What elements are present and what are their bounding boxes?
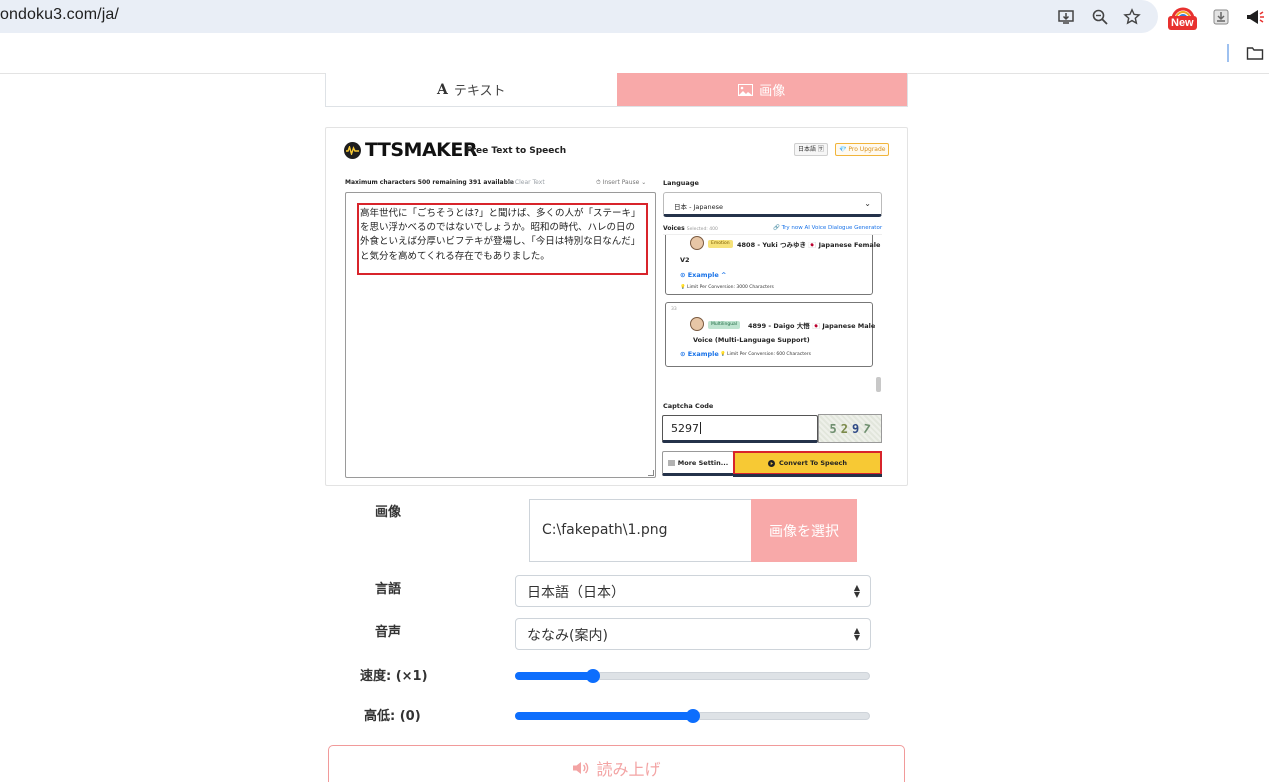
captcha-digit: 7	[861, 420, 872, 437]
bookmarks-bar	[0, 34, 1269, 74]
ttsmaker-language-value: 日本 - Japanese	[674, 203, 723, 211]
address-bar[interactable]: ondoku3.com/ja/	[0, 0, 1158, 33]
extension-new-icon[interactable]: New	[1168, 7, 1198, 31]
voice-dialogue-link: 🔗 Try now AI Voice Dialogue Generator	[773, 225, 883, 231]
ttsmaker-language-label: Language	[663, 179, 699, 187]
zoom-icon[interactable]	[1089, 6, 1111, 28]
text-a-icon: A	[437, 81, 448, 98]
captcha-image: 5 2 9 7	[818, 414, 882, 443]
bookmark-star-icon[interactable]	[1121, 6, 1143, 28]
clear-text-link: ⊘ Clear Text	[508, 179, 545, 186]
captcha-digit: 9	[852, 421, 860, 436]
convert-button-underline	[733, 474, 882, 477]
language-label: 言語	[375, 582, 402, 597]
captcha-digit: 5	[829, 421, 837, 436]
card-index: 33	[671, 307, 677, 312]
voices-selected-text: Selected: 400	[686, 227, 718, 232]
folder-icon[interactable]	[1244, 42, 1266, 64]
captcha-label: Captcha Code	[663, 402, 714, 410]
multilingual-chip: Multilingual	[708, 321, 741, 329]
input-mode-tabs: A テキスト 画像	[325, 73, 908, 107]
language-select[interactable]: 日本語（日本） ▲ ▼	[515, 575, 871, 607]
emotion-chip: Emotion	[708, 240, 733, 248]
speed-label: 速度: (×1)	[360, 669, 428, 684]
voice-card-yuki: Emotion 4808 - Yuki つみゆき 🇯🇵 Japanese Fem…	[665, 235, 880, 295]
more-settings-label: More Settin...	[677, 458, 729, 467]
read-aloud-button[interactable]: 読み上げ	[328, 745, 905, 782]
ttsmaker-voices-label: Voices Selected: 400	[663, 225, 718, 232]
tab-text[interactable]: A テキスト	[326, 73, 617, 106]
text-caret	[700, 422, 701, 434]
browser-toolbar: ondoku3.com/ja/ New	[0, 0, 1269, 34]
tab-image-label: 画像	[759, 84, 786, 99]
speaker-icon	[573, 761, 589, 774]
example-link: ⊙ Example	[680, 350, 719, 358]
sliders-icon	[667, 460, 675, 465]
voice-card-daigo: 33 Multilingual 4899 - Daigo 大悟 🇯🇵 Japan…	[665, 302, 876, 367]
max-characters-text: Maximum characters 500 remaining 391 ava…	[345, 179, 514, 186]
text-highlight-box	[357, 203, 648, 275]
ttsmaker-language-select: 日本 - Japanese ⌄	[663, 192, 882, 217]
uploaded-image-preview: TTSMAKER Free Text to Speech 日本語 🈂 💎 Pro…	[325, 127, 908, 486]
new-badge-label: New	[1168, 16, 1197, 30]
url-text[interactable]: ondoku3.com/ja/	[0, 6, 119, 24]
slider-thumb[interactable]	[686, 709, 700, 723]
tab-image[interactable]: 画像	[616, 73, 907, 106]
limit-text: 💡 Limit Per Conversion: 600 Characters	[720, 352, 811, 357]
file-path-text: C:\fakepath\1.png	[542, 522, 668, 538]
limit-text: 💡 Limit Per Conversion: 3000 Characters	[680, 285, 774, 290]
convert-label: Convert To Speech	[778, 459, 847, 467]
voice-name: 4899 - Daigo 大悟 🇯🇵 Japanese Male	[748, 322, 876, 330]
megaphone-icon[interactable]	[1244, 6, 1266, 28]
resize-grip	[648, 470, 654, 476]
ttsmaker-waveform-icon	[344, 141, 361, 159]
captcha-input-value: 5297	[671, 422, 699, 435]
ttsmaker-brand: TTSMAKER	[365, 139, 478, 161]
pitch-slider[interactable]	[515, 706, 870, 726]
play-circle-icon	[767, 459, 775, 467]
image-label: 画像	[375, 505, 402, 520]
ttsmaker-language-chip: 日本語 🈂	[794, 143, 828, 156]
insert-pause-link: ⏱ Insert Pause ⌄	[596, 179, 647, 186]
select-arrows-icon: ▲ ▼	[853, 626, 860, 642]
ttsmaker-logo: TTSMAKER	[344, 139, 478, 161]
voice-name-cont: Voice (Multi-Language Support)	[693, 336, 810, 344]
voice-select-value: ななみ(案内)	[527, 628, 608, 644]
captcha-input: 5297	[662, 415, 818, 443]
ttsmaker-tagline: Free Text to Speech	[466, 146, 567, 156]
more-settings-button: More Settin...	[662, 451, 734, 476]
download-extension-icon[interactable]	[1210, 6, 1232, 28]
convert-to-speech-button: Convert To Speech	[733, 451, 882, 475]
speed-slider[interactable]	[515, 666, 870, 686]
chevron-down-icon: ⌄	[864, 199, 871, 208]
voice-select[interactable]: ななみ(案内) ▲ ▼	[515, 618, 871, 650]
avatar	[690, 236, 704, 250]
slider-fill	[515, 712, 693, 720]
voice-name-cont: V2	[680, 256, 690, 264]
voices-scrollbar	[876, 377, 881, 392]
image-icon	[738, 83, 754, 96]
select-arrows-icon: ▲ ▼	[853, 583, 860, 599]
avatar	[690, 317, 704, 331]
slider-thumb[interactable]	[586, 669, 600, 683]
tab-text-label: テキスト	[453, 84, 506, 99]
ttsmaker-voices-list: Emotion 4808 - Yuki つみゆき 🇯🇵 Japanese Fem…	[663, 234, 882, 394]
voices-label-text: Voices	[663, 225, 685, 232]
bookmarks-separator	[1227, 44, 1229, 62]
read-aloud-label: 読み上げ	[596, 759, 661, 779]
file-path-display[interactable]: C:\fakepath\1.png	[529, 499, 751, 562]
voice-label: 音声	[375, 625, 402, 640]
ttsmaker-pro-chip: 💎 Pro Upgrade	[835, 143, 890, 156]
pitch-label: 高低: (0)	[364, 709, 421, 724]
voice-name: 4808 - Yuki つみゆき 🇯🇵 Japanese Female	[737, 241, 881, 249]
example-link: ⊙ Example ^	[680, 271, 727, 279]
captcha-digit: 2	[840, 421, 848, 436]
slider-fill	[515, 672, 593, 680]
install-app-icon[interactable]	[1055, 6, 1077, 28]
language-select-value: 日本語（日本）	[527, 585, 625, 601]
select-image-button[interactable]: 画像を選択	[751, 499, 857, 562]
